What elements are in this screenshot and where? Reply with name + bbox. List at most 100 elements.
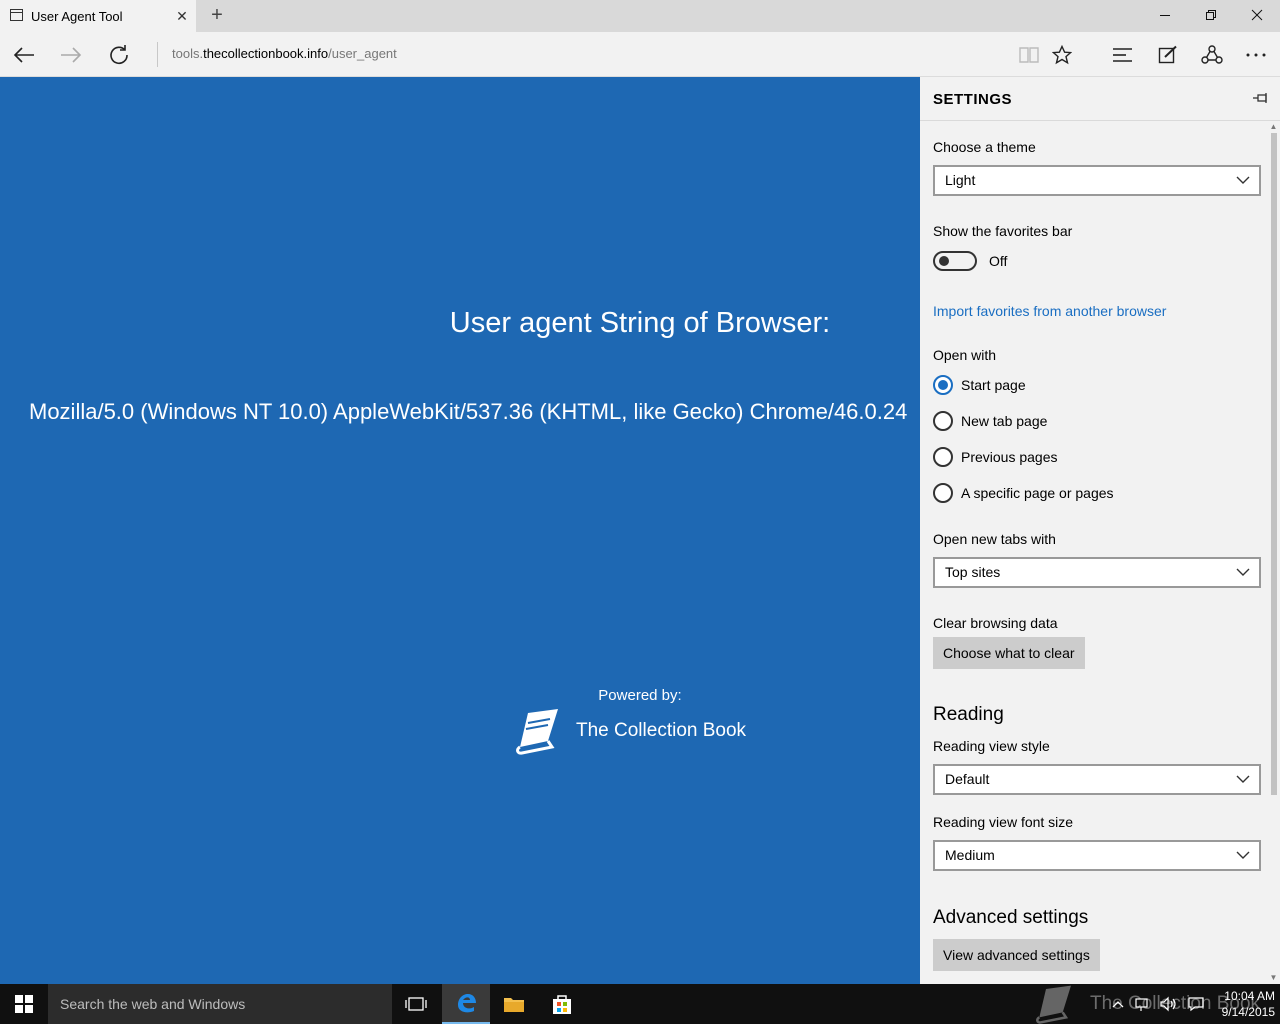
- forward-arrow-icon: [61, 47, 82, 63]
- radio-start-page[interactable]: [933, 375, 953, 395]
- forward-button[interactable]: [54, 38, 88, 72]
- task-view-button[interactable]: [392, 984, 440, 1024]
- advanced-heading: Advanced settings: [933, 907, 1089, 928]
- chevron-down-icon: [1236, 176, 1250, 184]
- chevron-down-icon: [1236, 851, 1250, 859]
- user-agent-string: Mozilla/5.0 (Windows NT 10.0) AppleWebKi…: [29, 399, 908, 424]
- favorites-bar-state: Off: [989, 253, 1008, 269]
- notifications-icon[interactable]: [1188, 996, 1204, 1012]
- address-host: thecollectionbook.info: [203, 46, 329, 61]
- star-icon: [1052, 45, 1072, 65]
- refresh-button[interactable]: [102, 38, 136, 72]
- clock-time: 10:04 AM: [1224, 989, 1275, 1003]
- new-tab-button[interactable]: +: [205, 4, 229, 28]
- reading-font-label: Reading view font size: [933, 814, 1074, 830]
- edge-icon: [458, 994, 476, 1013]
- radio-label-start-page[interactable]: Start page: [961, 377, 1026, 393]
- web-note-button[interactable]: [1151, 38, 1185, 72]
- book-icon: [1019, 47, 1039, 63]
- new-tabs-dropdown[interactable]: Top sites: [933, 557, 1261, 588]
- reading-font-dropdown[interactable]: Medium: [933, 840, 1261, 871]
- address-separator: [157, 42, 158, 67]
- reading-style-dropdown[interactable]: Default: [933, 764, 1261, 795]
- start-button[interactable]: [0, 984, 48, 1024]
- pin-icon[interactable]: [1250, 89, 1270, 109]
- reading-view-button[interactable]: [1012, 38, 1046, 72]
- theme-dropdown[interactable]: Light: [933, 165, 1261, 196]
- clock[interactable]: 10:04 AM 9/14/2015: [1205, 988, 1275, 1020]
- powered-by-label: Powered by:: [598, 687, 682, 704]
- brand-name: The Collection Book: [576, 720, 747, 741]
- title-bar: User Agent Tool ✕ +: [0, 0, 1280, 32]
- radio-new-tab-page[interactable]: [933, 411, 953, 431]
- view-advanced-settings-button[interactable]: View advanced settings: [933, 939, 1100, 971]
- address-bar[interactable]: tools.thecollectionbook.info/user_agent: [172, 46, 397, 61]
- hub-icon: [1113, 48, 1132, 62]
- task-view-icon: [405, 997, 427, 1011]
- refresh-icon: [110, 45, 128, 65]
- windows-logo-icon: [15, 995, 33, 1013]
- book-watermark-icon: [1036, 985, 1071, 1024]
- toggle-knob: [939, 256, 949, 266]
- hub-button[interactable]: [1106, 38, 1140, 72]
- scroll-up-icon[interactable]: ▲: [1269, 123, 1278, 131]
- new-tabs-value: Top sites: [945, 564, 1001, 580]
- radio-label-previous-pages[interactable]: Previous pages: [961, 449, 1058, 465]
- chevron-down-icon: [1236, 775, 1250, 783]
- close-tab-icon[interactable]: ✕: [172, 6, 192, 26]
- more-icon: [1246, 53, 1266, 57]
- radio-previous-pages[interactable]: [933, 447, 953, 467]
- theme-value: Light: [945, 172, 976, 188]
- choose-what-to-clear-button[interactable]: Choose what to clear: [933, 637, 1085, 669]
- reading-heading: Reading: [933, 704, 1004, 725]
- settings-scrollbar[interactable]: ▲ ▼: [1267, 121, 1280, 984]
- more-button[interactable]: [1239, 38, 1273, 72]
- book-logo-icon: [516, 709, 558, 755]
- favorite-button[interactable]: [1045, 38, 1079, 72]
- restore-button[interactable]: [1188, 0, 1234, 32]
- edge-taskbar-button[interactable]: [442, 984, 490, 1024]
- radio-label-new-tab-page[interactable]: New tab page: [961, 413, 1047, 429]
- close-window-button[interactable]: [1234, 0, 1280, 32]
- import-favorites-link[interactable]: Import favorites from another browser: [933, 303, 1166, 319]
- back-button[interactable]: [7, 38, 41, 72]
- chevron-up-icon[interactable]: [1112, 996, 1124, 1012]
- system-tray: [1112, 996, 1204, 1012]
- brand-link[interactable]: The Collection Book: [514, 707, 746, 755]
- open-with-label: Open with: [933, 347, 997, 363]
- folder-icon: [504, 998, 524, 1012]
- clear-data-label: Clear browsing data: [933, 615, 1058, 631]
- store-button[interactable]: [538, 984, 586, 1024]
- network-icon[interactable]: [1134, 996, 1150, 1012]
- address-prefix: tools.: [172, 46, 204, 61]
- favorites-bar-toggle[interactable]: [933, 251, 977, 271]
- reading-style-value: Default: [945, 771, 990, 787]
- new-tabs-label: Open new tabs with: [933, 531, 1056, 547]
- minimize-button[interactable]: [1142, 0, 1188, 32]
- scroll-down-icon[interactable]: ▼: [1269, 974, 1278, 982]
- file-explorer-button[interactable]: [490, 984, 538, 1024]
- web-page: User agent String of Browser: Mozilla/5.…: [0, 77, 920, 984]
- theme-label: Choose a theme: [933, 139, 1036, 155]
- pen-icon: [1158, 45, 1177, 64]
- back-arrow-icon: [13, 47, 34, 63]
- browser-tab[interactable]: User Agent Tool ✕: [0, 0, 196, 32]
- taskbar: Search the web and Windows The Collectio…: [0, 984, 1280, 1024]
- search-placeholder: Search the web and Windows: [60, 996, 246, 1012]
- radio-specific-pages[interactable]: [933, 483, 953, 503]
- tab-title: User Agent Tool: [31, 9, 123, 24]
- chevron-down-icon: [1236, 568, 1250, 576]
- reading-style-label: Reading view style: [933, 738, 1050, 754]
- scroll-thumb[interactable]: [1271, 133, 1277, 795]
- share-icon: [1201, 45, 1223, 64]
- volume-icon[interactable]: [1160, 996, 1178, 1012]
- taskbar-search[interactable]: Search the web and Windows: [48, 984, 392, 1024]
- clock-date: 9/14/2015: [1221, 1005, 1275, 1019]
- settings-title: SETTINGS: [933, 91, 1013, 108]
- radio-label-specific-pages[interactable]: A specific page or pages: [961, 485, 1114, 501]
- share-button[interactable]: [1195, 38, 1229, 72]
- favorites-bar-label: Show the favorites bar: [933, 223, 1073, 239]
- address-path: /user_agent: [328, 46, 397, 61]
- reading-font-value: Medium: [945, 847, 995, 863]
- page-icon: [10, 9, 23, 21]
